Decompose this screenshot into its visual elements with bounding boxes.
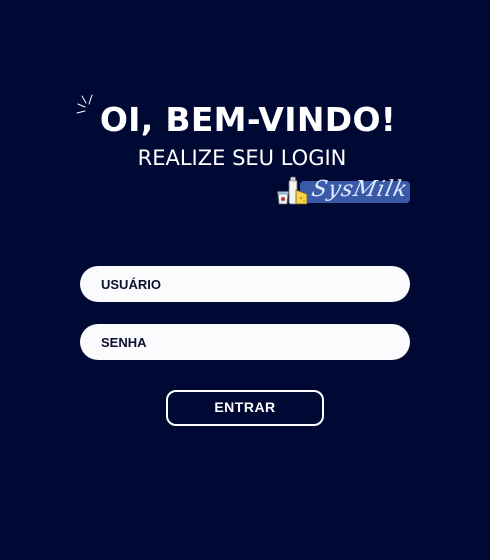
page-subtitle: REALIZE SEU LOGIN [137,146,347,170]
logo-text: SysMilk [309,177,411,202]
sysmilk-logo: SysMilk [276,176,412,218]
page-title: OI, BEM-VINDO! [99,100,397,139]
password-input[interactable] [80,324,410,360]
login-button[interactable]: ENTRAR [166,390,324,426]
username-input[interactable] [80,266,410,302]
dairy-products-icon [277,176,308,205]
login-page: OI, BEM-VINDO! REALIZE SEU LOGIN SysMilk… [0,0,490,560]
